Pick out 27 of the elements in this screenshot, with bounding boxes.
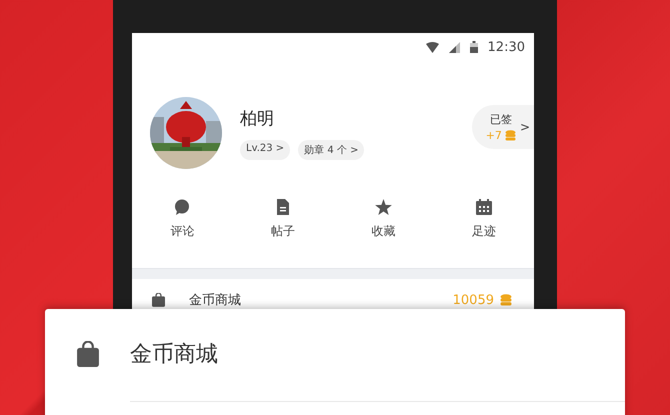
document-icon	[276, 199, 289, 215]
profile-chip[interactable]: 勋章 4 个 >	[298, 140, 364, 160]
menu-label: 金币商城	[189, 292, 242, 309]
checkin-label: 已签	[490, 112, 512, 127]
calendar-icon	[476, 199, 492, 215]
speech-bubble-icon	[174, 199, 190, 215]
shopping-bag-icon	[152, 293, 165, 307]
profile-chip[interactable]: Lv.23 >	[240, 140, 290, 160]
menu-row[interactable]: 金币商城 10059	[132, 279, 534, 309]
signal-icon	[448, 42, 460, 52]
shopping-bag-icon	[77, 341, 99, 367]
popup-menu-row[interactable]: 金币商城	[45, 309, 625, 371]
coin-icon	[504, 130, 516, 141]
star-icon	[374, 199, 392, 215]
coin-balance: 10059	[452, 292, 494, 308]
coin-icon	[500, 294, 512, 306]
popup-menu-label: 金币商城	[130, 341, 218, 369]
status-time: 12:30	[488, 40, 525, 54]
battery-icon	[470, 41, 478, 53]
shortcut-button[interactable]: 评论	[152, 199, 212, 259]
shortcut-button[interactable]: 帖子	[252, 199, 313, 259]
user-name: 柏明	[240, 108, 275, 130]
shortcut-button[interactable]: 足迹	[454, 199, 514, 259]
shortcut-button[interactable]: 收藏	[353, 199, 414, 259]
reward-text: +7	[486, 129, 502, 142]
wifi-icon	[426, 42, 439, 52]
chevron-text: >	[520, 120, 530, 134]
